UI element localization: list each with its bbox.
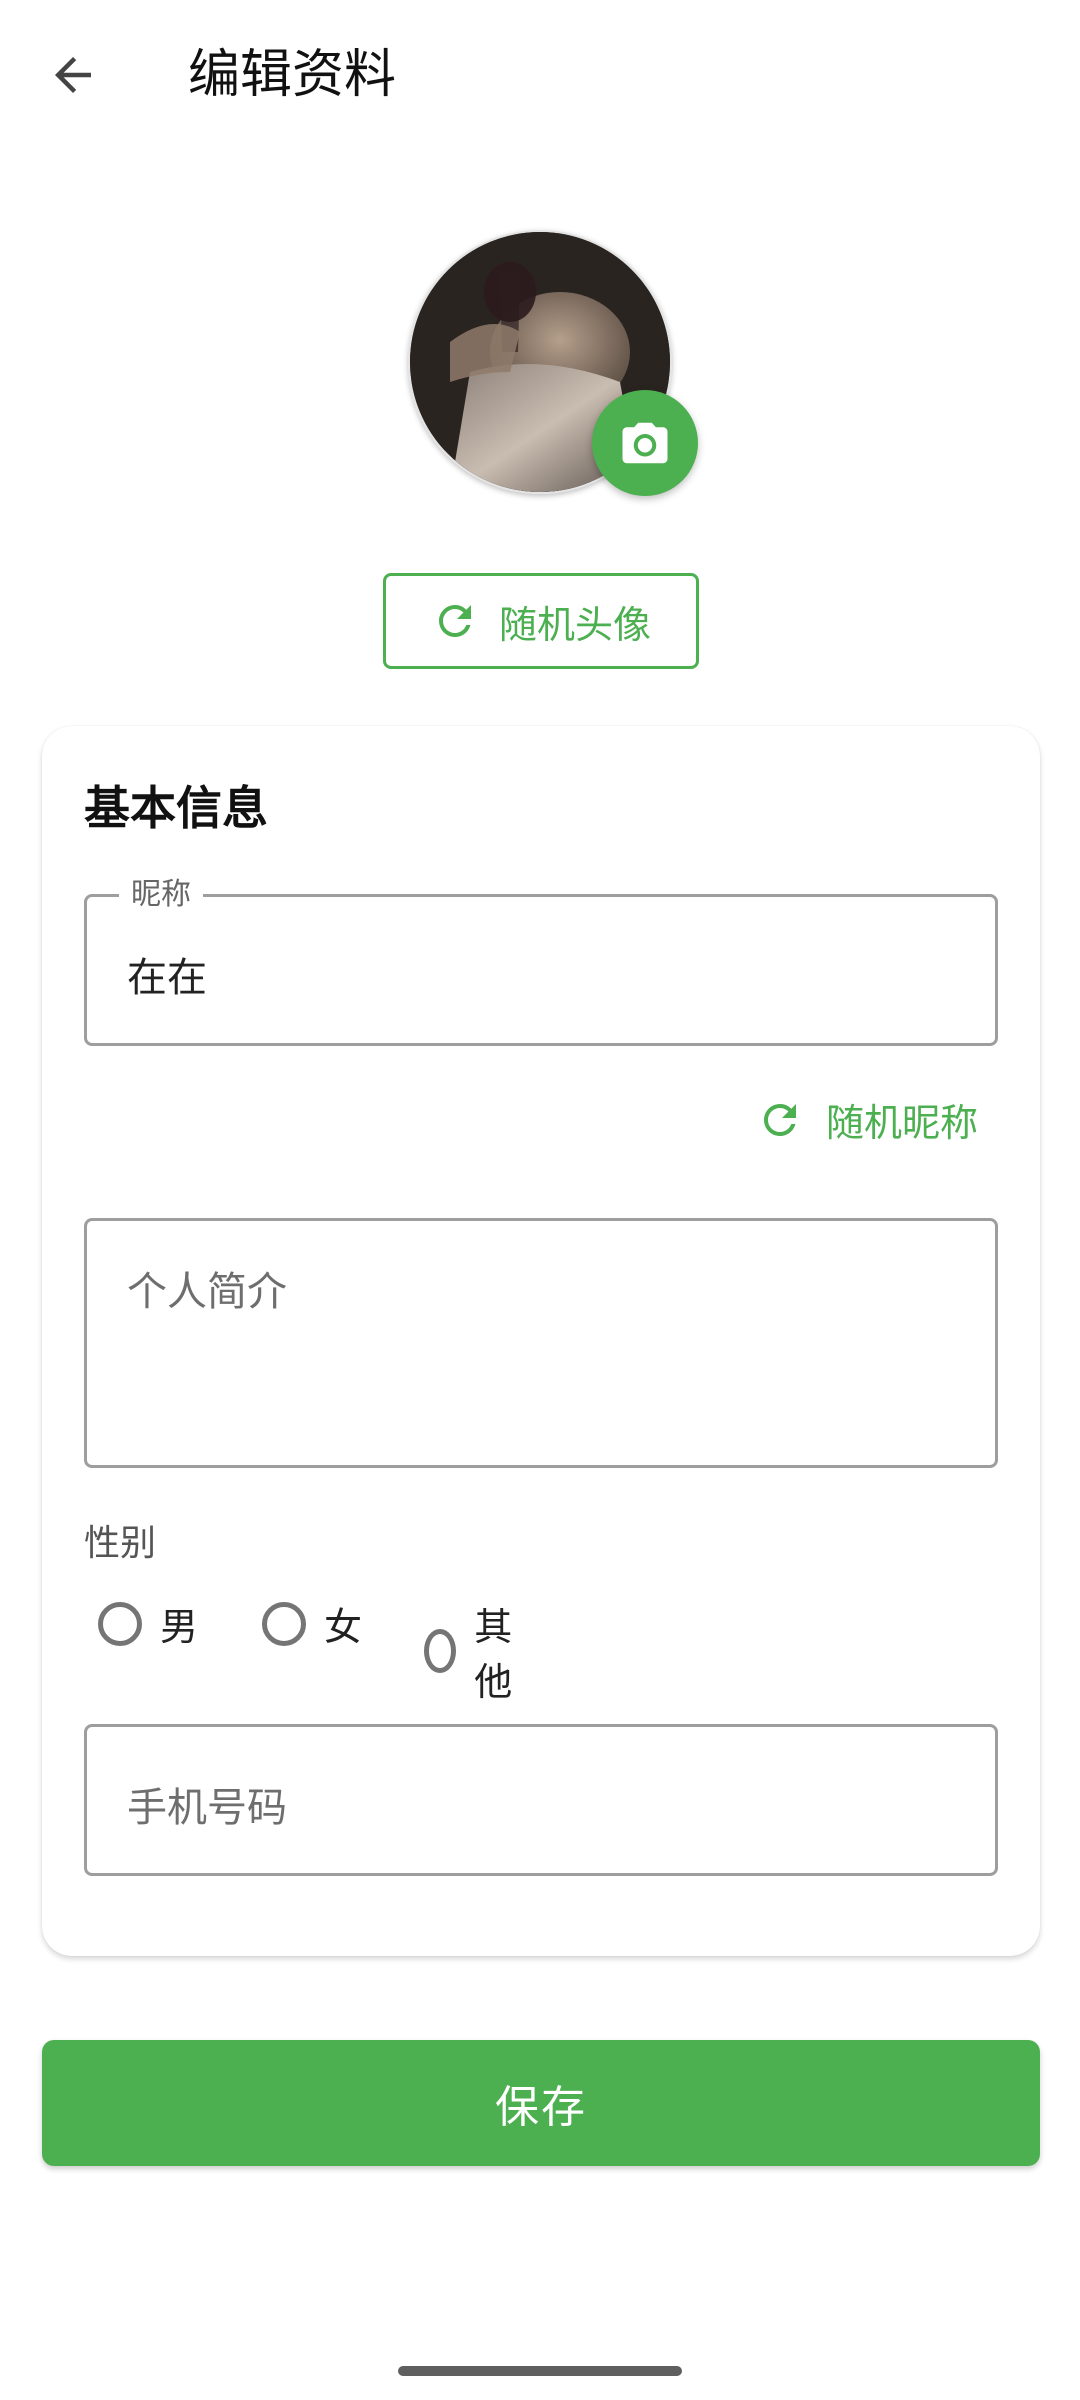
refresh-icon	[439, 605, 471, 637]
top-app-bar: 编辑资料	[0, 0, 1080, 150]
gender-option-female[interactable]: 女	[262, 1596, 362, 1651]
back-button[interactable]	[40, 42, 106, 108]
refresh-icon	[764, 1103, 796, 1136]
gender-option-label: 其他	[474, 1605, 513, 1704]
nickname-field[interactable]: 昵称 在在	[84, 877, 998, 1046]
gender-option-label: 男	[160, 1605, 199, 1649]
gender-option-other[interactable]: 其他	[424, 1596, 524, 1706]
random-nickname-button[interactable]: 随机昵称	[756, 1092, 978, 1147]
radio-button-female[interactable]	[262, 1601, 306, 1646]
radio-button-other[interactable]	[424, 1629, 457, 1673]
home-indicator[interactable]	[398, 2366, 682, 2376]
page-title: 编辑资料	[188, 45, 397, 105]
gender-option-male[interactable]: 男	[98, 1596, 198, 1651]
section-title: 基本信息	[84, 781, 268, 835]
basic-info-card: 基本信息 昵称 在在 随机昵称 个人简介 性别 男 女 其他 手机号码	[42, 726, 1040, 1956]
camera-icon	[622, 422, 668, 464]
arrow-back-icon	[55, 57, 91, 93]
nickname-input[interactable]: 在在	[127, 945, 207, 1003]
nickname-label: 昵称	[119, 877, 203, 913]
bio-field[interactable]: 个人简介	[84, 1218, 998, 1468]
radio-button-male[interactable]	[98, 1601, 142, 1646]
bio-placeholder: 个人简介	[127, 1269, 287, 1315]
gender-option-label: 女	[324, 1605, 363, 1649]
avatar-container	[408, 230, 698, 496]
phone-placeholder: 手机号码	[127, 1785, 287, 1831]
phone-field[interactable]: 手机号码	[84, 1724, 998, 1876]
random-nickname-label: 随机昵称	[825, 1101, 978, 1145]
random-avatar-label: 随机头像	[498, 602, 651, 647]
gender-label: 性别	[84, 1523, 157, 1564]
save-button[interactable]: 保存	[42, 2040, 1040, 2166]
random-avatar-button[interactable]: 随机头像	[383, 573, 699, 669]
change-avatar-button[interactable]	[592, 390, 698, 496]
